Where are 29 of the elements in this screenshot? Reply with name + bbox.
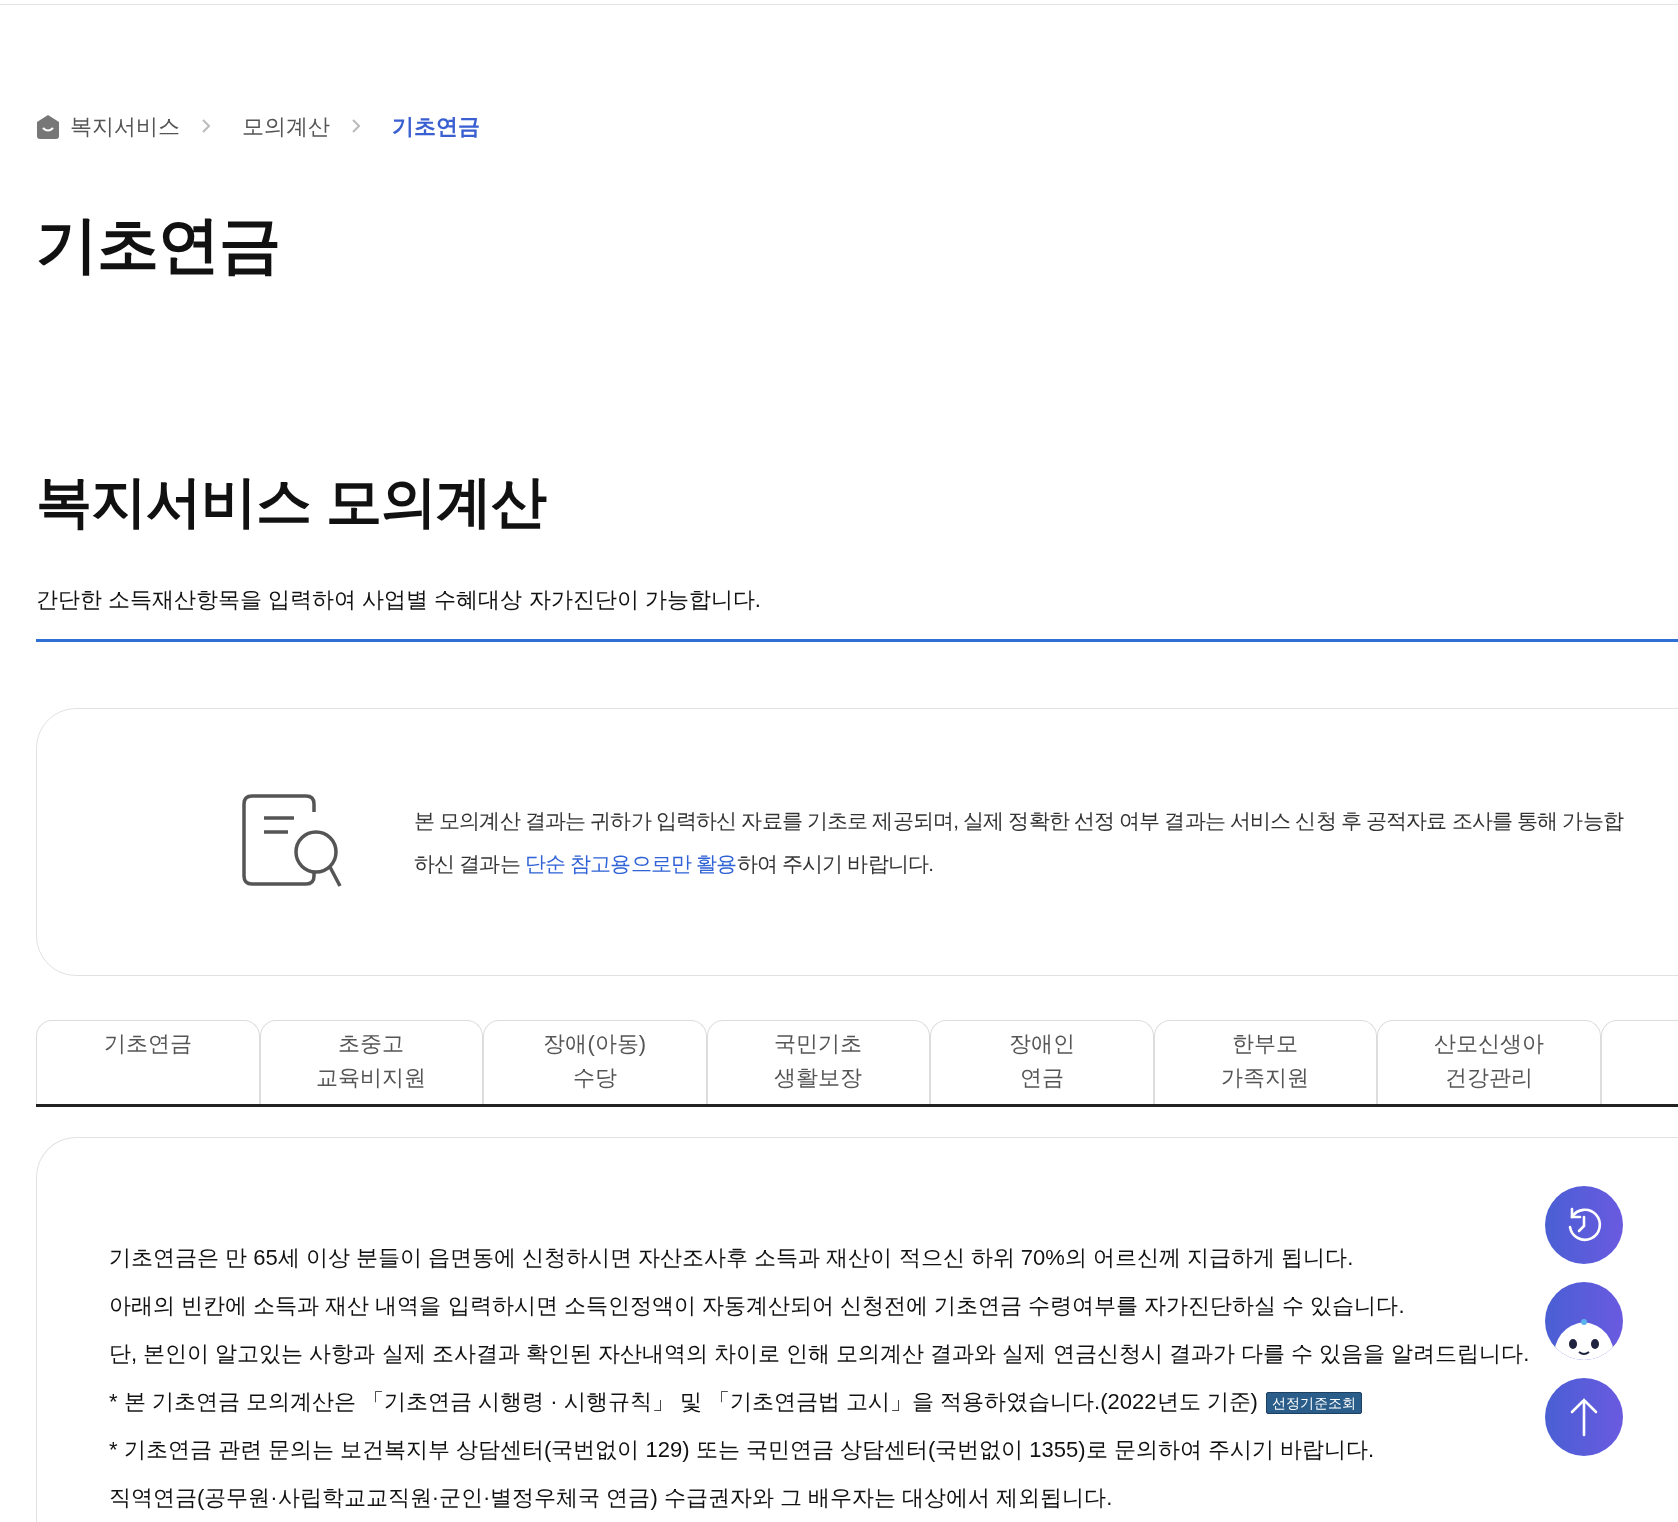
home-icon[interactable] — [36, 114, 60, 140]
breadcrumb-link[interactable]: 복지서비스 — [70, 112, 180, 142]
robot-mascot-drawing — [1553, 1319, 1615, 1360]
description-text: * 기초연금 관련 문의는 보건복지부 상담센터(국번없이 129) 또는 국민연금 상담센터(국번없이 1355)로 문의하여 주시기 바랍니다. — [109, 1437, 1375, 1462]
arrow-up-icon — [1569, 1397, 1599, 1437]
breadcrumb-link[interactable]: 기초연금 — [392, 112, 480, 142]
notice-text: 본 모의계산 결과는 귀하가 입력하신 자료를 기초로 제공되며, 실제 정확한 선정 여부 결과는 서비스 신청 후 공적자료 조사를 통해 가능합 — [414, 808, 1623, 834]
criteria-lookup-button[interactable]: 선정기준조회 — [1265, 1392, 1362, 1415]
breadcrumb-link[interactable]: 모의계산 — [242, 112, 330, 142]
tab[interactable]: 장애인 연금 — [930, 1020, 1154, 1104]
description-text: 아래의 빈칸에 소득과 재산 내역을 입력하시면 소득인정액이 자동계산되어 신청전에 기초연금 수령여부를 자가진단하실 수 있습니다. — [109, 1293, 1405, 1318]
notice-text: 하신 결과는 단순 참고용으로만 활용하여 주시기 바랍니다. — [414, 851, 935, 877]
notice-link[interactable]: 단순 참고용으로만 활용 — [524, 852, 737, 875]
chevron-icon — [352, 118, 360, 133]
tab[interactable]: 초중고 교육비지원 — [259, 1020, 483, 1104]
document-search-icon — [242, 794, 344, 890]
section-subtitle: 간단한 소득재산항목을 입력하여 사업별 수혜대상 자가진단이 가능합니다. — [36, 586, 762, 614]
description-text: * 본 기초연금 모의계산은 「기초연금 시행령 · 시행규칙」 및 「기초연금법 고시」을 적용하였습니다.(2022년도 기준) — [109, 1389, 1258, 1414]
tab[interactable]: 기초연금 — [36, 1020, 260, 1104]
section-title: 복지서비스 모의계산 — [36, 469, 548, 535]
description-text: 단, 본인이 알고있는 사항과 실제 조사결과 확인된 자산내역의 차이로 인해 모의계산 결과와 실제 연금신청시 결과가 다를 수 있음을 알려드립니다. — [109, 1341, 1530, 1366]
page-title: 기초연금 — [36, 209, 281, 281]
tab[interactable]: 산모신생아 건강관리 — [1377, 1020, 1601, 1104]
description-text: 기초연금은 만 65세 이상 분들이 읍면동에 신청하시면 자산조사후 소득과 재산이 적으신 하위 70%의 어르신께 지급하게 됩니다. — [109, 1245, 1354, 1270]
tab[interactable]: 한부모 가족지원 — [1153, 1020, 1377, 1104]
tab[interactable]: 국민기초 생활보장 — [706, 1020, 930, 1104]
tab[interactable]: 장애(아동) 수당 — [483, 1020, 707, 1104]
description-text: 직역연금(공무원·사립학교교직원·군인·별정우체국 연금) 수급권자와 그 배우자는 대상에서 제외됩니다. — [109, 1485, 1113, 1510]
chevron-icon — [202, 118, 210, 133]
